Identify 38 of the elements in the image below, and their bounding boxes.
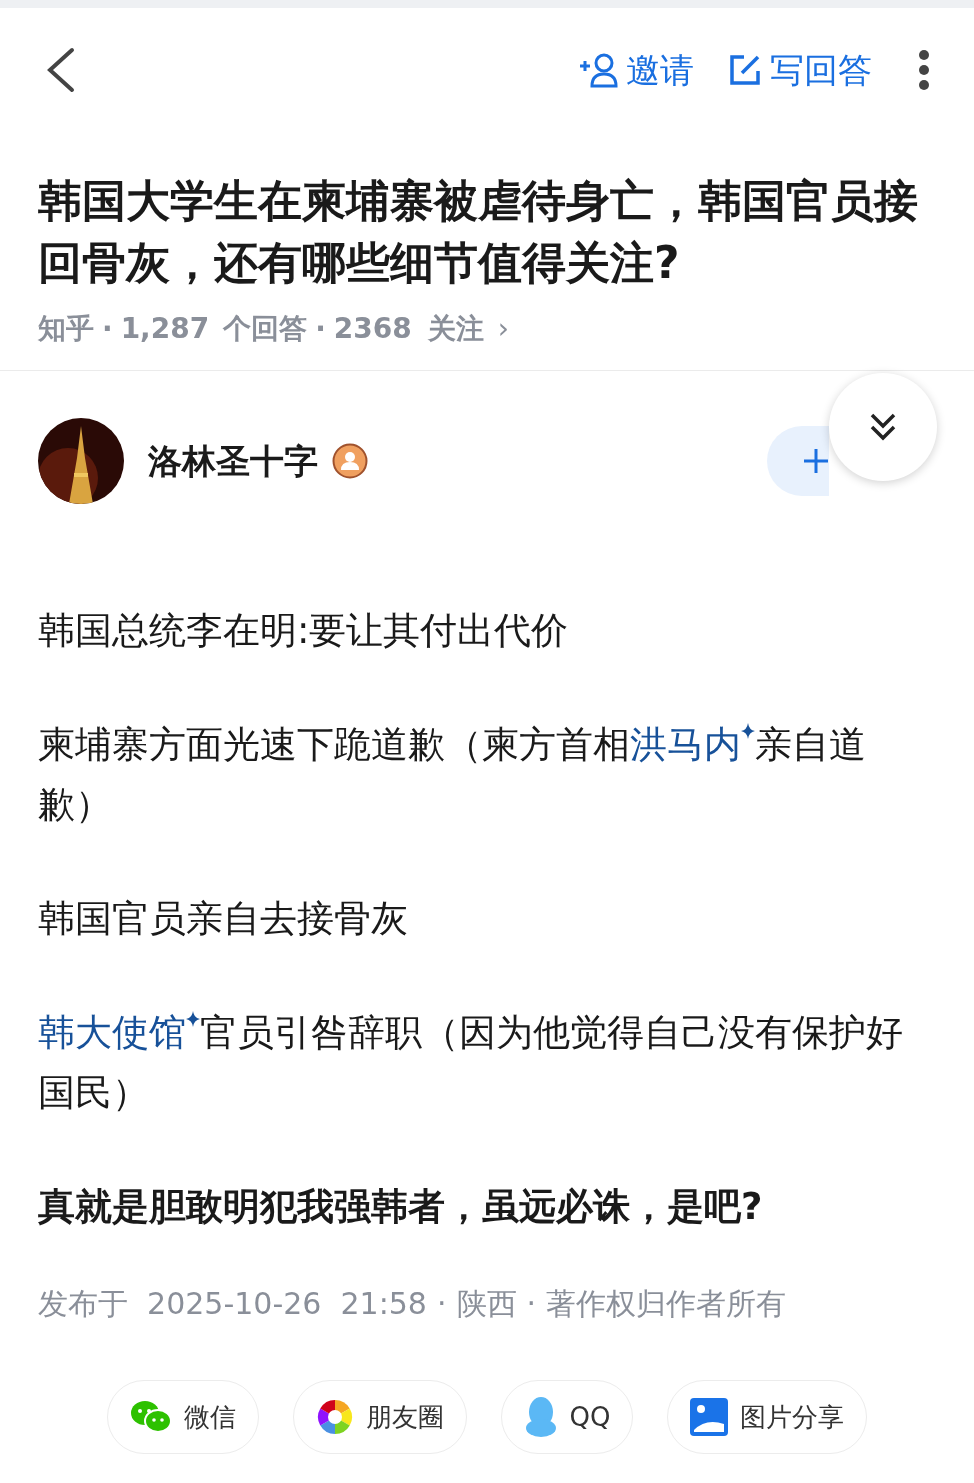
separator-dot: ·	[102, 311, 113, 347]
add-person-icon	[578, 52, 620, 88]
user-badge-icon	[332, 443, 368, 479]
answer-paragraph: 真就是胆敢明犯我强韩者，虽远必诛，是吧?	[38, 1184, 764, 1230]
share-button[interactable]: QQ	[500, 1380, 634, 1454]
answer-count-label: 个回答	[223, 311, 308, 347]
sparkle-icon	[741, 723, 755, 739]
write-answer-button[interactable]: 写回答	[728, 44, 872, 96]
aperture-icon	[315, 1398, 354, 1436]
share-button[interactable]: 朋友圈	[292, 1380, 467, 1454]
follower-count: 2368	[333, 311, 412, 347]
plus-icon	[803, 448, 829, 474]
separator-dot: ·	[436, 1285, 447, 1323]
image-icon	[690, 1398, 729, 1436]
question-title: 韩国大学生在柬埔寨被虐待身亡，韩国官员接回骨灰，还有哪些细节值得关注?	[38, 174, 919, 290]
chat-bubbles-icon	[129, 1400, 172, 1434]
share-button[interactable]: 图片分享	[667, 1380, 868, 1454]
copyright-notice: 著作权归作者所有	[546, 1285, 787, 1323]
answer-paragraph: 韩国总统李在明:要让其付出代价	[38, 608, 570, 654]
penguin-icon	[523, 1396, 558, 1438]
source-label: 知乎	[38, 311, 94, 347]
answer-paragraph: 韩国官员亲自去接骨灰	[38, 896, 409, 942]
edit-icon	[728, 53, 762, 87]
share-button[interactable]: 微信	[106, 1380, 259, 1454]
answer-paragraph: 韩大使馆 官员引咎辞职（因为他觉得自己没有保护好国民）	[38, 1010, 904, 1116]
sparkle-icon	[186, 1011, 200, 1027]
invite-button[interactable]: 邀请	[578, 44, 694, 96]
separator-dot: ·	[315, 311, 326, 347]
author-name[interactable]: 洛林圣十字	[148, 435, 318, 487]
keyword-link[interactable]: 韩大使馆	[38, 1011, 200, 1054]
keyword-link[interactable]: 洪马内	[630, 723, 755, 766]
region-label: 陕西	[456, 1285, 517, 1323]
answer-paragraph: 柬埔寨方面光速下跪道歉（柬方首相洪马内 亲自道歉）	[38, 722, 867, 828]
separator-dot: ·	[526, 1285, 537, 1323]
follow-button[interactable]	[767, 426, 829, 496]
more-icon[interactable]	[918, 50, 930, 90]
publish-date: 发布于 2025-10-26 21:58	[38, 1285, 427, 1323]
double-chevron-down-icon	[869, 412, 897, 442]
